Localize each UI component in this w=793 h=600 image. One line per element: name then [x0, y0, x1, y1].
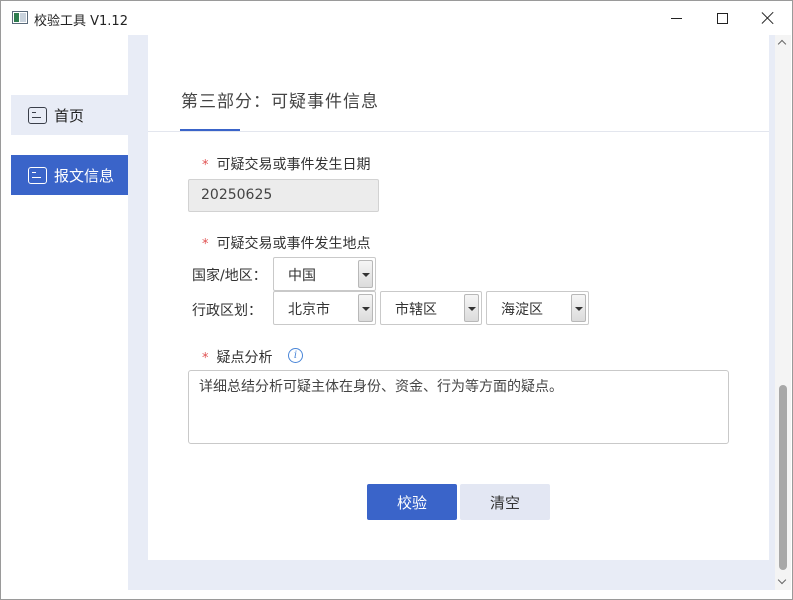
maximize-icon	[716, 12, 728, 24]
chevron-down-icon[interactable]	[358, 294, 373, 322]
close-button[interactable]	[745, 1, 791, 35]
province-select-value: 北京市	[288, 302, 330, 318]
country-select-value: 中国	[288, 268, 316, 284]
scrollbar-thumb[interactable]	[779, 385, 787, 570]
date-field[interactable]: 20250625	[188, 179, 379, 212]
chevron-down-icon[interactable]	[358, 260, 373, 288]
chevron-down-icon[interactable]	[571, 294, 586, 322]
app-window: 校验工具 V1.12 首页 报文信息 第三部分：可疑事件信息 * 可疑交易或事件发…	[0, 0, 793, 600]
sidebar: 首页 报文信息	[2, 35, 128, 590]
minimize-button[interactable]	[653, 1, 699, 35]
app-logo-icon	[12, 11, 28, 24]
date-label: * 可疑交易或事件发生日期	[202, 154, 371, 174]
sidebar-item-report-info[interactable]: 报文信息	[11, 155, 128, 195]
location-label-text: 可疑交易或事件发生地点	[216, 236, 371, 252]
validate-button[interactable]: 校验	[367, 484, 457, 520]
analysis-label-text: 疑点分析	[216, 350, 273, 366]
maximize-button[interactable]	[699, 1, 745, 35]
analysis-textarea[interactable]: 详细总结分析可疑主体在身份、资金、行为等方面的疑点。	[188, 370, 729, 444]
vertical-scrollbar[interactable]	[775, 35, 791, 590]
document-icon	[28, 106, 47, 124]
sidebar-item-label: 首页	[54, 106, 85, 125]
sidebar-item-label: 报文信息	[54, 166, 115, 185]
required-mark: *	[202, 158, 209, 173]
document-icon	[28, 166, 47, 184]
city-select[interactable]: 市辖区	[380, 291, 482, 325]
section-title: 第三部分：可疑事件信息	[181, 92, 379, 112]
province-select[interactable]: 北京市	[273, 291, 376, 325]
minimize-icon	[670, 17, 682, 19]
sidebar-item-home[interactable]: 首页	[11, 95, 128, 135]
info-icon[interactable]: i	[288, 348, 303, 363]
location-label: * 可疑交易或事件发生地点	[202, 233, 371, 253]
window-title: 校验工具 V1.12	[34, 14, 128, 29]
region-label: 行政区划：	[192, 303, 262, 319]
clear-button[interactable]: 清空	[460, 484, 550, 520]
scroll-down-icon[interactable]	[775, 574, 791, 590]
city-select-value: 市辖区	[395, 302, 437, 318]
close-icon	[761, 11, 775, 25]
analysis-label: * 疑点分析	[202, 347, 273, 367]
required-mark: *	[202, 237, 209, 252]
district-select[interactable]: 海淀区	[486, 291, 589, 325]
section-divider	[148, 131, 769, 132]
district-select-value: 海淀区	[501, 302, 543, 318]
required-mark: *	[202, 351, 209, 366]
country-select[interactable]: 中国	[273, 257, 376, 291]
title-bar: 校验工具 V1.12	[1, 1, 792, 35]
date-label-text: 可疑交易或事件发生日期	[216, 157, 371, 173]
country-label: 国家/地区：	[192, 268, 267, 284]
scroll-up-icon[interactable]	[775, 35, 791, 51]
chevron-down-icon[interactable]	[464, 294, 479, 322]
